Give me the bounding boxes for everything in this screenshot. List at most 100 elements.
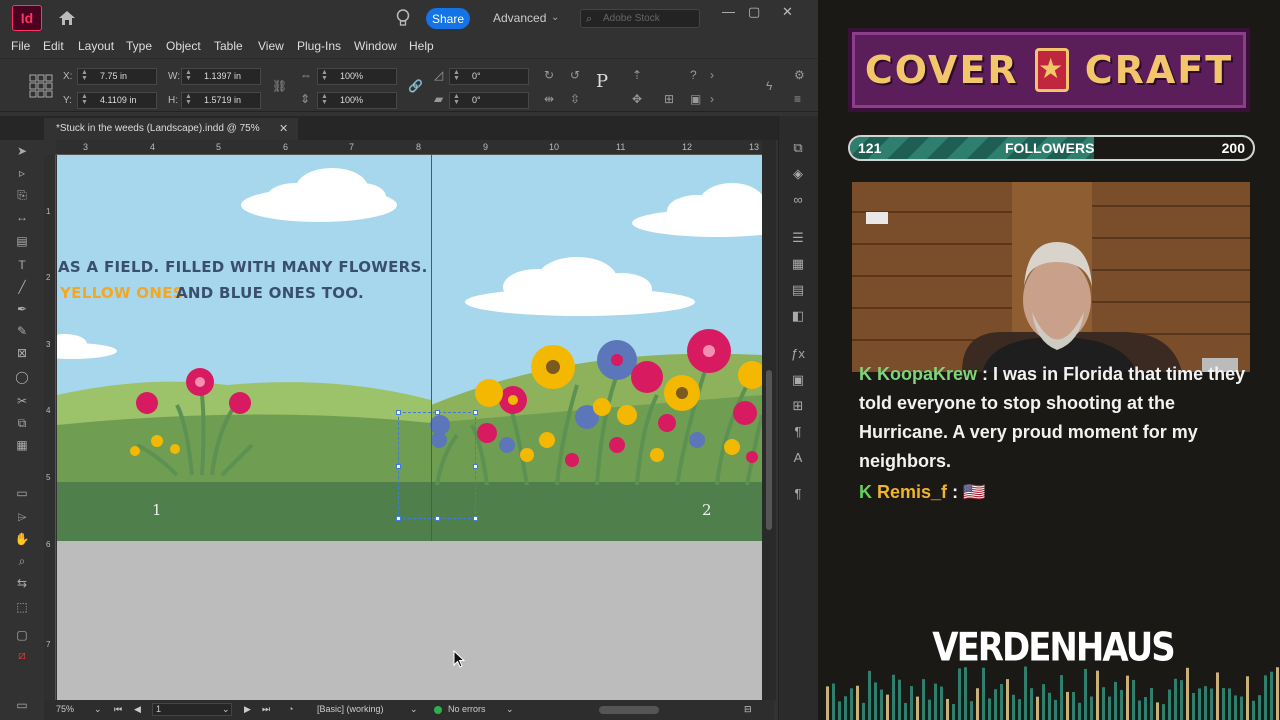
maximize-icon[interactable]: ▢ — [748, 4, 760, 20]
zoom-level[interactable]: 75% — [56, 704, 74, 714]
zoom-tool-icon[interactable]: ⌕ — [13, 554, 31, 568]
paragraph-styles-icon[interactable]: ¶ — [789, 424, 807, 440]
color-panel-icon[interactable]: ◧ — [789, 308, 807, 324]
gap-tool-icon[interactable]: ↔ — [13, 210, 31, 224]
last-page-icon[interactable]: ⏭ — [262, 704, 270, 715]
screen-mode-icon[interactable]: ▭ — [13, 698, 31, 712]
layers-panel-icon[interactable]: ◈ — [789, 166, 807, 182]
rotation-field[interactable]: ▲ ▼ 0° — [449, 68, 529, 85]
pasteboard[interactable]: AS A FIELD. FILLED WITH MANY FLOWERS. YE… — [57, 155, 762, 700]
menu-icon[interactable]: ≡ — [794, 92, 801, 106]
line-tool-icon[interactable]: ╱ — [13, 280, 31, 294]
frame-handle[interactable] — [435, 410, 440, 415]
frame-handle[interactable] — [473, 410, 478, 415]
chevron-down-icon[interactable]: ⌄ — [222, 704, 230, 715]
menu-file[interactable]: File — [11, 39, 30, 53]
rotate-cw-icon[interactable]: ↻ — [544, 68, 554, 82]
help-icon[interactable]: ? — [690, 68, 697, 82]
chevron-right-icon[interactable]: › — [710, 68, 714, 82]
reference-point-icon[interactable] — [28, 73, 54, 99]
y-position-field[interactable]: ▲ ▼ 4.1109 in — [77, 92, 157, 109]
vertical-scrollbar[interactable] — [762, 140, 776, 700]
close-icon[interactable]: ✕ — [782, 4, 793, 20]
shear-field[interactable]: ▲ ▼ 0° — [449, 92, 529, 109]
menu-table[interactable]: Table — [214, 39, 243, 53]
workspace-switcher[interactable]: Advanced — [493, 11, 546, 25]
link-icon[interactable]: 🔗 — [408, 79, 423, 93]
adobe-stock-search-input[interactable]: ⌕ Adobe Stock — [580, 9, 700, 28]
gradient-panel-icon[interactable]: ▤ — [789, 282, 807, 298]
fitting-icon[interactable]: ▣ — [690, 92, 701, 106]
select-container-icon[interactable]: ⇡ — [632, 68, 642, 82]
document-tab[interactable]: *Stuck in the weeds (Landscape).indd @ 7… — [44, 118, 298, 140]
stepper-icon[interactable]: ▲ ▼ — [185, 69, 192, 82]
scale-x-field[interactable]: ▲ ▼ 100% — [317, 68, 397, 85]
menu-type[interactable]: Type — [126, 39, 152, 53]
flip-vertical-icon[interactable]: ⇳ — [570, 92, 580, 106]
lightbulb-icon[interactable] — [396, 9, 410, 27]
swatches-panel-icon[interactable]: ▦ — [789, 256, 807, 272]
stepper-icon[interactable]: ▲ ▼ — [185, 93, 192, 106]
ellipse-tool-icon[interactable]: ◯ — [13, 370, 31, 384]
story-line-1[interactable]: AS A FIELD. FILLED WITH MANY FLOWERS. — [58, 258, 428, 276]
stepper-icon[interactable]: ▲ ▼ — [453, 69, 460, 82]
chevron-right-icon[interactable]: › — [710, 92, 714, 106]
free-transform-tool-icon[interactable]: ⧉ — [13, 416, 31, 430]
pages-panel-icon[interactable]: ⧉ — [789, 140, 807, 156]
direct-selection-tool-icon[interactable]: ▹ — [13, 166, 31, 180]
panel-toggle-icon[interactable]: ⊟ — [744, 704, 752, 715]
chat-username[interactable]: KoopaKrew — [877, 364, 977, 384]
formatting-affects-icon[interactable]: ⬚ — [13, 600, 31, 614]
close-tab-icon[interactable]: ✕ — [279, 118, 288, 140]
note-tool-icon[interactable]: ▭ — [13, 486, 31, 500]
chat-username[interactable]: Remis_f — [877, 482, 947, 502]
chevron-down-icon[interactable]: ⌄ — [506, 704, 514, 715]
preflight-profile[interactable]: [Basic] (working) — [317, 704, 384, 714]
selected-graphic-frame[interactable] — [396, 410, 478, 521]
content-collector-icon[interactable]: ▤ — [13, 234, 31, 248]
frame-handle[interactable] — [396, 464, 401, 469]
home-icon[interactable] — [58, 10, 76, 26]
stepper-icon[interactable]: ▲ ▼ — [81, 93, 88, 106]
page-field[interactable]: 1 — [152, 703, 232, 716]
stepper-icon[interactable]: ▲ ▼ — [453, 93, 460, 106]
text-wrap-icon[interactable]: ⊞ — [789, 398, 807, 414]
stroke-panel-icon[interactable]: ☰ — [789, 230, 807, 246]
character-styles-icon[interactable]: A — [789, 450, 807, 466]
next-page-icon[interactable]: ▶ — [244, 704, 251, 715]
paragraph-panel-icon[interactable]: ¶ — [789, 486, 807, 502]
minimize-icon[interactable]: — — [722, 4, 735, 19]
first-page-icon[interactable]: ⏮ — [114, 704, 122, 715]
menu-view[interactable]: View — [258, 39, 284, 53]
gradient-tool-icon[interactable]: ▦ — [13, 438, 31, 452]
frame-handle[interactable] — [473, 464, 478, 469]
page-tool-icon[interactable]: ⎘ — [13, 188, 31, 202]
x-position-field[interactable]: ▲ ▼ 7.75 in — [77, 68, 157, 85]
pencil-tool-icon[interactable]: ✎ — [13, 324, 31, 338]
links-panel-icon[interactable]: ∞ — [789, 192, 807, 208]
text-frame-icon[interactable]: P — [596, 71, 608, 92]
gear-icon[interactable]: ⚙ — [794, 68, 805, 82]
menu-plugins[interactable]: Plug-Ins — [297, 39, 341, 53]
eyedropper-tool-icon[interactable]: ⌲ — [13, 510, 31, 524]
frame-handle[interactable] — [435, 516, 440, 521]
effects-panel-icon[interactable]: ƒx — [789, 346, 807, 362]
error-status[interactable]: No errors — [448, 704, 486, 714]
constrain-proportions-icon[interactable]: ⛓ — [272, 79, 287, 93]
frame-handle[interactable] — [396, 516, 401, 521]
chevron-down-icon[interactable]: ⌄ — [410, 704, 418, 715]
height-field[interactable]: ▲ ▼ 1.5719 in — [181, 92, 261, 109]
story-line-2-yellow[interactable]: YELLOW ONES. — [60, 284, 190, 302]
scrollbar-thumb[interactable] — [766, 370, 772, 530]
menu-help[interactable]: Help — [409, 39, 434, 53]
selection-tool-icon[interactable]: ➤ — [13, 144, 31, 158]
scale-y-field[interactable]: ▲ ▼ 100% — [317, 92, 397, 109]
horizontal-scrollbar-thumb[interactable] — [599, 706, 659, 714]
select-content-icon[interactable]: ✥ — [632, 92, 642, 106]
stepper-icon[interactable]: ▲ ▼ — [321, 69, 328, 82]
menu-window[interactable]: Window — [354, 39, 397, 53]
menu-edit[interactable]: Edit — [43, 39, 64, 53]
apply-color-icon[interactable]: ▢ — [13, 628, 31, 642]
cc-libraries-icon[interactable]: ▣ — [789, 372, 807, 388]
stepper-icon[interactable]: ▲ ▼ — [81, 69, 88, 82]
